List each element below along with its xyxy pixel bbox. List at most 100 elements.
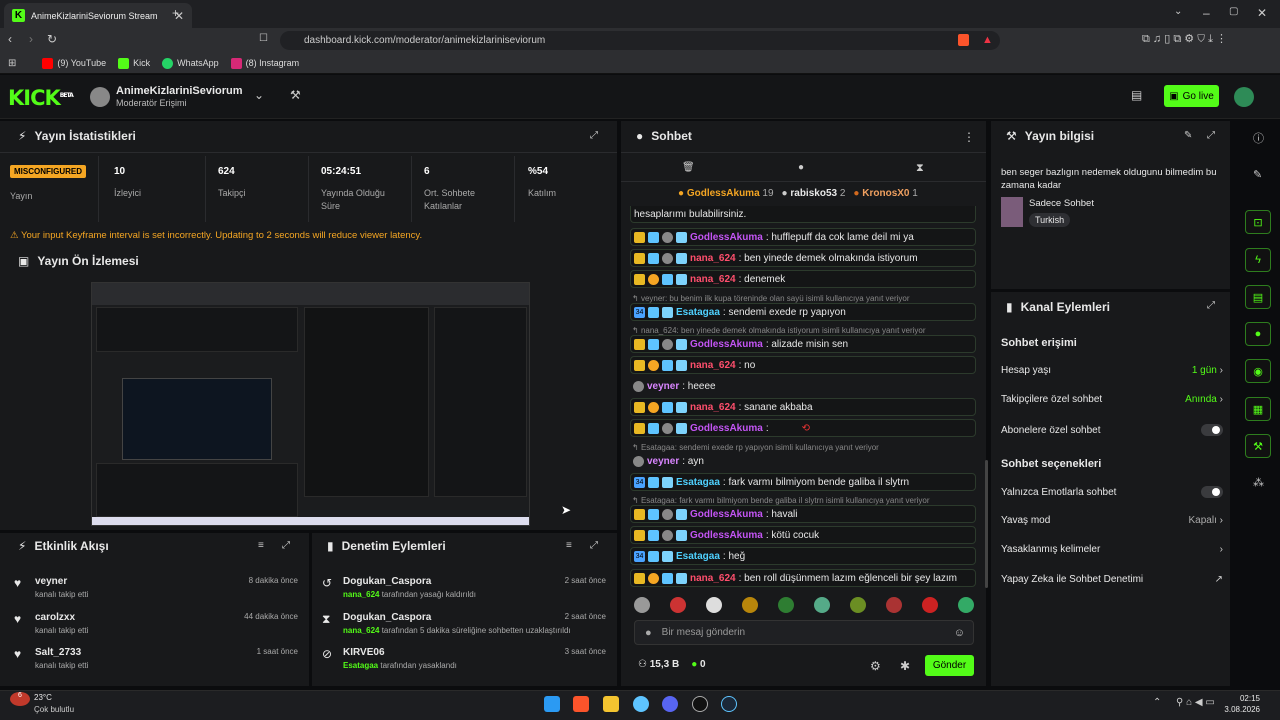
bookmark-icon[interactable]: ☐	[259, 33, 268, 44]
browser-tab[interactable]: K AnimeKizlariniSeviorum Stream ✕	[4, 3, 192, 28]
bookmark-kick[interactable]: Kick	[118, 57, 150, 69]
chat-message[interactable]: GodlessAkuma: havali	[630, 505, 976, 523]
ai-moderation-setting[interactable]: Yapay Zeka ile Sohbet Denetimi ↗	[1001, 574, 1223, 585]
emote-icon[interactable]	[706, 597, 722, 613]
emoji-icon[interactable]: ☺	[954, 627, 965, 639]
emote-icon[interactable]	[850, 597, 866, 613]
extensions-icon[interactable]: ⧉ ♫ ▯ ⧉ ⚙ ⛉ ⤓ ⋮	[1142, 32, 1227, 46]
chat-username[interactable]: veyner	[647, 381, 679, 392]
stream-tag[interactable]: Turkish	[1029, 213, 1071, 227]
expand-icon[interactable]: ⤢	[590, 130, 598, 141]
weather-temp[interactable]: 23°C	[34, 693, 52, 702]
user-avatar[interactable]	[1234, 87, 1254, 107]
kick-logo[interactable]: KICKBETA	[8, 86, 74, 110]
emote-icon[interactable]	[634, 597, 650, 613]
top-chatter[interactable]: ● GodlessAkuma 19	[678, 188, 774, 199]
url-field[interactable]: dashboard.kick.com/moderator/animekizlar…	[280, 31, 1000, 50]
chat-message[interactable]: hesaplarımı bulabilirsiniz.	[630, 206, 976, 223]
chat-message[interactable]: veyner: ayn	[630, 452, 976, 470]
channel-dropdown-icon[interactable]: ⌄	[254, 88, 264, 102]
apps-icon[interactable]: ⁂	[1253, 476, 1264, 489]
chat-username[interactable]: Esatagaa	[676, 307, 720, 318]
expand-icon[interactable]: ⤢	[282, 540, 290, 551]
chat-username[interactable]: GodlessAkuma	[690, 509, 763, 520]
filter-icon[interactable]: ≡	[258, 540, 264, 551]
chat-message[interactable]: nana_624: sanane akbaba	[630, 398, 976, 416]
target-user[interactable]: nana_624	[343, 626, 379, 635]
steam-icon[interactable]	[721, 696, 737, 712]
pencil-icon[interactable]: ✎	[1253, 168, 1262, 181]
chat-input[interactable]: ● Bir mesaj gönderin ☺	[634, 620, 974, 645]
slow-mode-setting[interactable]: Yavaş mod Kapalı ›	[1001, 515, 1223, 526]
apps-icon[interactable]: ⊞	[8, 58, 16, 69]
toggle-switch[interactable]	[1201, 424, 1223, 436]
filter-icon[interactable]: ≡	[566, 540, 572, 551]
chat-message[interactable]: GodlessAkuma: kötü cocuk	[630, 526, 976, 544]
chat-message[interactable]: 34 Esatagaa: heğ	[630, 547, 976, 565]
chat-username[interactable]: GodlessAkuma	[690, 232, 763, 243]
chat-username[interactable]: nana_624	[690, 274, 736, 285]
minimize-icon[interactable]: –	[1203, 6, 1210, 20]
emote-icon[interactable]	[958, 597, 974, 613]
activity-user[interactable]: Salt_2733	[35, 647, 88, 658]
tab-list-icon[interactable]: ⌄	[1174, 6, 1182, 17]
sidebar-chat-button[interactable]: ●	[1245, 322, 1271, 346]
reply-context[interactable]: ↰ veyner: bu benim ilk kupa töreninde ol…	[632, 294, 972, 303]
file-explorer-icon[interactable]	[603, 696, 619, 712]
maximize-icon[interactable]: ▢	[1229, 6, 1238, 17]
reload-icon[interactable]: ↻	[47, 32, 57, 46]
new-tab-icon[interactable]: +	[172, 6, 179, 20]
top-chatter[interactable]: ● rabisko53 2	[782, 188, 846, 199]
brave-shield-icon[interactable]	[958, 34, 969, 46]
bookmark-youtube[interactable]: (9) YouTube	[42, 57, 106, 69]
chat-menu-icon[interactable]: ⋮	[963, 130, 975, 144]
expand-icon[interactable]: ⤢	[590, 540, 598, 551]
send-button[interactable]: Gönder	[925, 655, 974, 676]
close-window-icon[interactable]: ✕	[1257, 6, 1267, 20]
chat-username[interactable]: nana_624	[690, 573, 736, 584]
chat-username[interactable]: nana_624	[690, 402, 736, 413]
quick-emotes-icon[interactable]: ✱	[900, 659, 910, 673]
chat-message[interactable]: GodlessAkuma: alizade misin sen	[630, 335, 976, 353]
category-name[interactable]: Sadece Sohbet	[1029, 198, 1094, 209]
chat-message[interactable]: veyner: heeee	[630, 377, 976, 395]
stream-preview-video[interactable]	[91, 282, 530, 526]
obs-icon[interactable]	[692, 696, 708, 712]
settings-taskbar-icon[interactable]	[633, 696, 649, 712]
discord-icon[interactable]	[662, 696, 678, 712]
chat-username[interactable]: Esatagaa	[676, 551, 720, 562]
subscribers-only-setting[interactable]: Abonelere özel sohbet	[1001, 424, 1223, 436]
sidebar-layout-button[interactable]: ▦	[1245, 397, 1271, 421]
chat-username[interactable]: nana_624	[690, 360, 736, 371]
bookmark-whatsapp[interactable]: WhatsApp	[162, 57, 219, 69]
emote-icon[interactable]	[814, 597, 830, 613]
category-thumbnail[interactable]	[1001, 197, 1023, 227]
chat-message[interactable]: nana_624: denemek	[630, 270, 976, 288]
sidebar-tools-button[interactable]: ⚒	[1245, 434, 1271, 458]
chat-mode-icon[interactable]: ●	[798, 162, 804, 173]
go-live-button[interactable]: ▣ Go live	[1164, 85, 1219, 107]
chat-username[interactable]: GodlessAkuma	[690, 339, 763, 350]
edit-icon[interactable]: ✎	[1184, 130, 1192, 141]
rewards-icon[interactable]: ▲	[982, 34, 993, 46]
activity-user[interactable]: veyner	[35, 576, 88, 587]
banned-words-setting[interactable]: Yasaklanmış kelimeler ›	[1001, 544, 1223, 555]
layout-icon[interactable]: ▤	[1131, 88, 1142, 102]
moderator-name[interactable]: Dogukan_Caspora	[343, 612, 571, 623]
expand-icon[interactable]: ⤢	[1207, 130, 1215, 141]
chat-message[interactable]: 34 Esatagaa: sendemi exede rp yapıyon	[630, 303, 976, 321]
target-user[interactable]: Esatagaa	[343, 661, 378, 670]
chat-scrollbar[interactable]	[985, 460, 988, 588]
followers-only-setting[interactable]: Takipçilere özel sohbet Anında ›	[1001, 394, 1223, 405]
emote-icon[interactable]	[778, 597, 794, 613]
reply-context[interactable]: ↰ Esatagaa: fark varmı bilmiyom bende ga…	[632, 496, 972, 505]
tools-icon[interactable]: ⚒	[290, 88, 301, 102]
emote-icon[interactable]	[922, 597, 938, 613]
moderator-name[interactable]: KIRVE06	[343, 647, 457, 658]
chat-username[interactable]: GodlessAkuma	[690, 530, 763, 541]
chat-message[interactable]: nana_624: ben yinede demek olmakında ist…	[630, 249, 976, 267]
chat-settings-icon[interactable]: ⚙	[870, 659, 881, 673]
chat-message[interactable]: GodlessAkuma: ⟲	[630, 419, 976, 437]
weather-desc[interactable]: Çok bulutlu	[34, 705, 74, 714]
info-icon[interactable]: ⓘ	[1253, 130, 1264, 146]
